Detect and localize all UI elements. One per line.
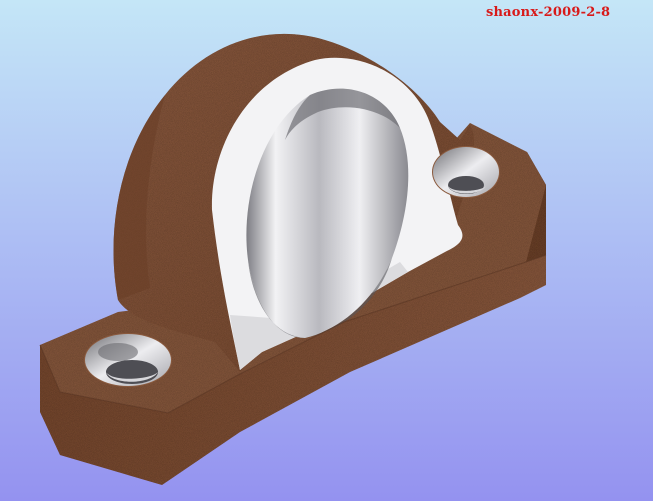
watermark-text: shaonx-2009-2-8 xyxy=(486,5,611,20)
pillow-block-model xyxy=(0,0,653,501)
mounting-hole-left xyxy=(84,333,172,387)
3d-viewport[interactable]: shaonx-2009-2-8 xyxy=(0,0,653,501)
mounting-hole-right xyxy=(432,146,500,198)
